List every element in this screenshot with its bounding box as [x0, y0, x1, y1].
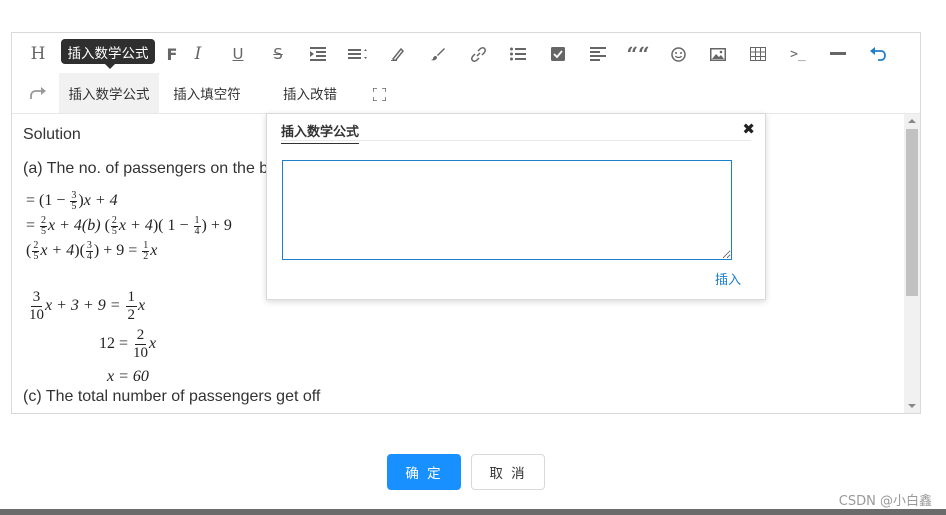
confirm-button[interactable]: 确 定 [387, 454, 461, 490]
redo-icon[interactable] [24, 80, 52, 108]
m2c: x + 4 [118, 217, 153, 235]
list-icon[interactable] [504, 40, 532, 68]
code-glyph: >_ [790, 46, 806, 62]
image-icon[interactable] [704, 40, 732, 68]
content-scrollbar[interactable] [904, 114, 920, 413]
frac-3-4: 34 [85, 241, 93, 262]
link-icon[interactable] [464, 40, 492, 68]
italic-glyph: I [194, 44, 202, 64]
table-icon[interactable] [744, 40, 772, 68]
scrollbar-thumb[interactable] [906, 129, 918, 296]
m3b: + 9 = [99, 242, 142, 260]
heading-glyph: H [30, 44, 46, 64]
bold-glyph: F [166, 44, 178, 64]
code-icon[interactable]: >_ [784, 40, 812, 68]
m4a: x + 3 + 9 = [45, 297, 125, 315]
insert-correction-button[interactable]: 插入改错 [272, 73, 348, 113]
frac-1-2: 12 [142, 241, 150, 262]
frac-1-2-b: 12 [125, 289, 137, 323]
frac-2-5: 25 [40, 216, 48, 237]
underline-glyph: U [232, 45, 244, 63]
frac-2-5-b: 25 [110, 216, 118, 237]
part-c-text: (c) The total number of passengers get o… [23, 388, 321, 405]
quote-glyph: ““ [626, 42, 650, 66]
math-line-3: (2 5 x + 4)(3 4) + 9 = 12x [26, 240, 158, 262]
insert-math-button[interactable]: 插入数学公式 [59, 73, 159, 113]
m5d: 10 [133, 345, 149, 361]
background-color-icon[interactable] [424, 40, 452, 68]
align-icon[interactable] [584, 40, 612, 68]
m2e: + 9 [206, 217, 232, 235]
math-line-5: 12 = 2 10 x [99, 328, 156, 361]
m1a: = [26, 192, 40, 210]
part-a-text: (a) The no. of passengers on the b [23, 160, 269, 177]
math-line-4: 3 10 x + 3 + 9 = 12x [28, 290, 145, 323]
scroll-down-icon[interactable] [908, 404, 916, 408]
insert-blank-label: 插入填空符 [173, 87, 241, 103]
frac-2-10: 2 10 [133, 328, 148, 361]
quote-icon[interactable]: ““ [624, 40, 652, 68]
m2d: 1 − [163, 217, 193, 235]
underline-icon[interactable]: U [224, 40, 252, 68]
m3c: x [150, 242, 158, 260]
frac-3-5: 35 [70, 191, 78, 212]
m3d3: 2 [143, 251, 149, 262]
m5a: 12 = [99, 335, 133, 353]
m1d: 5 [71, 201, 77, 212]
math-line-2: = 25x + 4(b) (2 5 x + 4)( 1 − 1 4) + 9 [26, 215, 232, 237]
scroll-up-icon[interactable] [908, 119, 916, 123]
frac-3-10: 3 10 [29, 290, 44, 323]
m2d2: 5 [111, 226, 117, 237]
m2b: x + 4(b) [48, 217, 105, 235]
m4n2: 1 [125, 289, 137, 307]
math-line-6: x = 60 [107, 368, 149, 386]
todo-checkbox-icon[interactable] [544, 40, 572, 68]
strikethrough-icon[interactable]: S [264, 40, 292, 68]
formula-input[interactable] [282, 160, 732, 260]
italic-icon[interactable]: I [184, 40, 212, 68]
strike-glyph: S [273, 45, 283, 63]
font-color-icon[interactable] [384, 40, 412, 68]
frac-1-4: 14 [193, 216, 201, 237]
insert-link[interactable]: 插入 [715, 269, 741, 288]
bold-icon[interactable]: F [158, 40, 186, 68]
m6: x = 60 [107, 368, 149, 385]
m3d1: 5 [33, 251, 39, 262]
m2d3: 4 [194, 226, 200, 237]
insert-math-popup: 插入数学公式 ✖ 插入 [266, 113, 766, 300]
indent-icon[interactable] [304, 40, 332, 68]
divider-icon[interactable] [824, 40, 852, 68]
line-height-icon[interactable] [344, 40, 372, 68]
toolbar-tooltip: 插入数学公式 [61, 39, 155, 69]
emoji-icon[interactable] [664, 40, 692, 68]
m3a: x + 4 [40, 242, 75, 260]
m4b: x [138, 297, 146, 315]
watermark: CSDN @小白鑫 [838, 494, 932, 509]
m4d1: 10 [29, 307, 44, 323]
m1c: x + 4 [83, 192, 118, 210]
insert-math-label: 插入数学公式 [68, 87, 150, 103]
fullscreen-icon[interactable] [365, 80, 393, 108]
insert-blank-button[interactable]: 插入填空符 [164, 73, 250, 113]
popup-divider [281, 140, 751, 141]
m5n: 2 [134, 327, 147, 345]
bottom-bar [0, 509, 946, 515]
heading-icon[interactable]: H [24, 40, 52, 68]
close-icon[interactable]: ✖ [742, 120, 755, 138]
insert-correction-label: 插入改错 [283, 87, 337, 103]
m4d2: 2 [127, 307, 136, 323]
m5b: x [149, 335, 157, 353]
frac-2-5-c: 25 [32, 241, 40, 262]
solution-heading: Solution [23, 126, 81, 143]
undo-icon[interactable] [864, 40, 892, 68]
m1b: 1 − [44, 192, 70, 210]
cancel-button[interactable]: 取 消 [471, 454, 545, 490]
m3d2: 4 [86, 251, 92, 262]
m2a: = [26, 217, 40, 235]
math-line-1: = (1 − 3 5)x + 4 [26, 190, 118, 212]
m2d1: 5 [41, 226, 47, 237]
m4n1: 3 [30, 289, 43, 307]
